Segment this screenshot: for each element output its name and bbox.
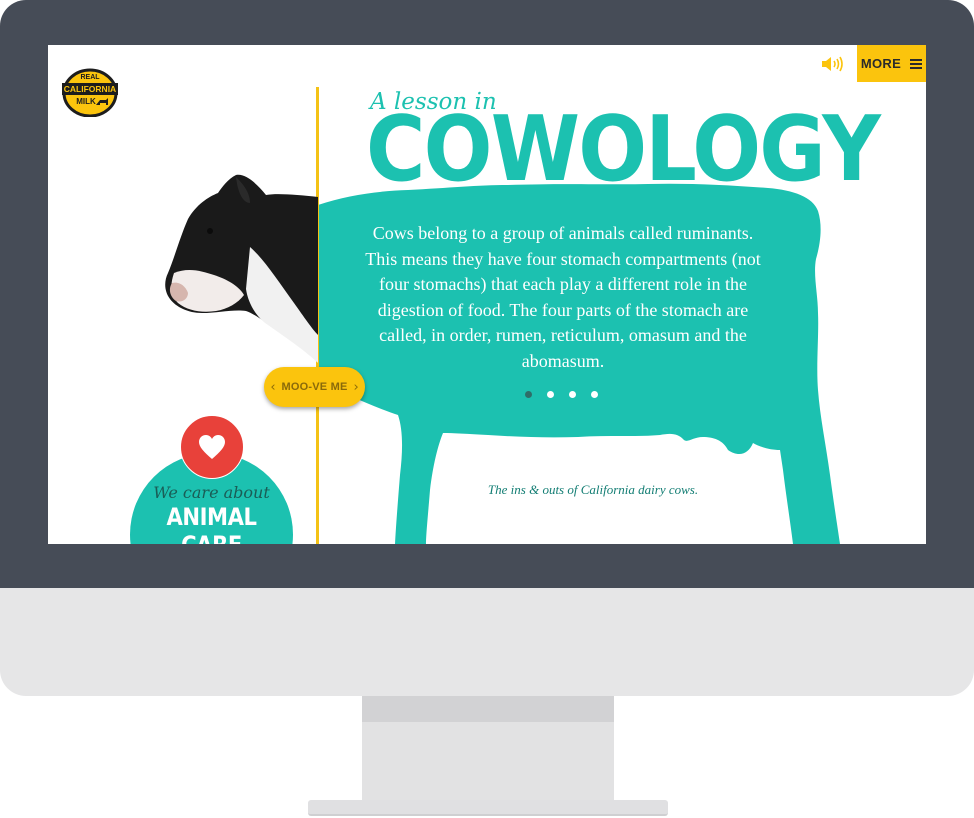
pagination-dot[interactable] — [525, 391, 532, 398]
logo-line-2: CALIFORNIA — [64, 84, 116, 94]
pagination-dot[interactable] — [547, 391, 554, 398]
hero-body-text: Cows belong to a group of animals called… — [365, 223, 761, 371]
hero-title: COWOLOGY — [366, 97, 881, 202]
monitor-chin — [0, 588, 974, 696]
logo-line-1: REAL — [80, 74, 100, 81]
heart-badge — [180, 415, 244, 479]
logo-line-3: MILK — [76, 97, 96, 106]
monitor-stand-foot — [308, 800, 668, 816]
speaker-icon[interactable] — [820, 54, 846, 74]
heart-icon — [199, 435, 225, 459]
pagination-dot[interactable] — [569, 391, 576, 398]
monitor-stand-shadow — [362, 696, 614, 722]
chevron-right-icon: › — [353, 379, 359, 395]
more-menu-button[interactable]: MORE — [857, 45, 926, 82]
animal-care-subtitle: We care about — [153, 483, 270, 502]
website-screen: REAL CALIFORNIA MILK MORE A lesson in CO… — [48, 45, 926, 544]
animal-care-title: ANIMAL CARE — [166, 503, 257, 544]
holstein-cow-photo — [165, 174, 318, 363]
pagination-dot[interactable] — [591, 391, 598, 398]
more-label: MORE — [860, 56, 902, 71]
hamburger-icon — [910, 58, 923, 69]
slide-pagination — [525, 391, 598, 398]
moove-me-slider-handle[interactable]: ‹ MOO-VE ME › — [264, 367, 365, 407]
moove-me-label: MOO-VE ME — [281, 381, 348, 393]
real-california-milk-logo[interactable]: REAL CALIFORNIA MILK — [60, 65, 120, 117]
chevron-left-icon: ‹ — [270, 379, 276, 395]
hero-caption: The ins & outs of California dairy cows. — [487, 482, 699, 497]
